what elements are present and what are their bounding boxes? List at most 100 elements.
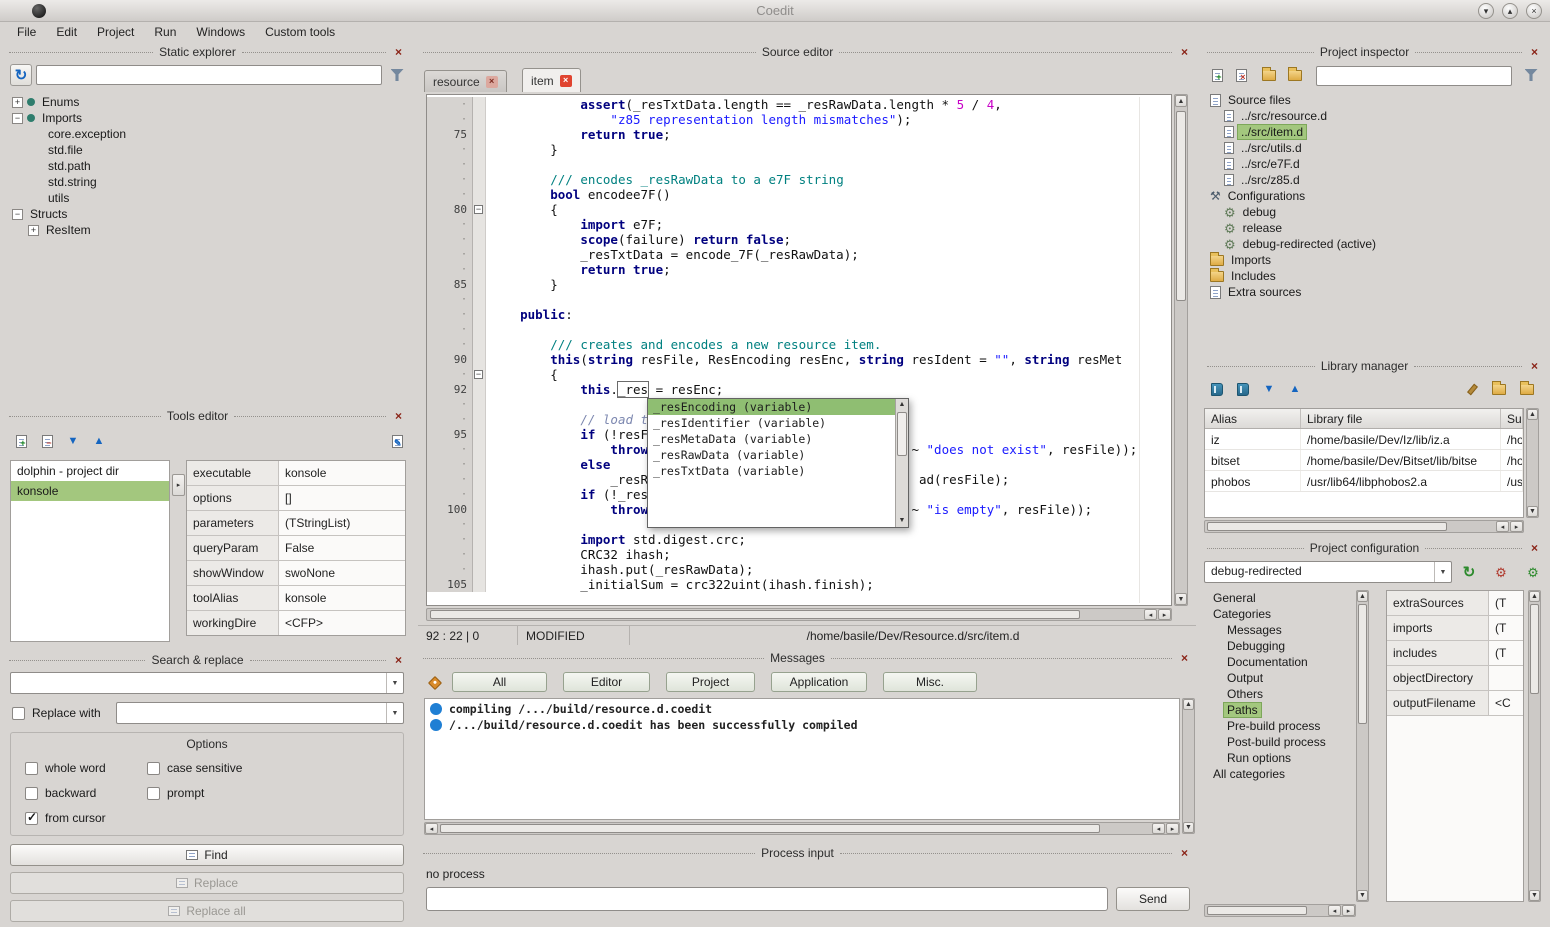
- expand-grid-button[interactable]: ▸: [172, 474, 185, 496]
- tree-item-debug-redirected-active[interactable]: debug-redirected (active): [1204, 236, 1544, 252]
- code-line[interactable]: · bool encodee7F(): [427, 187, 1171, 202]
- property-value[interactable]: (T: [1489, 616, 1523, 641]
- tree-item-includes[interactable]: Includes: [1204, 268, 1544, 284]
- scroll-down-icon[interactable]: ▼: [1357, 890, 1368, 901]
- filter-button-project[interactable]: Project: [666, 672, 755, 692]
- property-value[interactable]: konsole: [279, 586, 405, 611]
- close-tab-icon[interactable]: [486, 76, 498, 88]
- library-row-iz[interactable]: iz/home/basile/Dev/Iz/lib/iz.a/ho: [1205, 429, 1523, 450]
- tree-item-general[interactable]: General: [1204, 590, 1354, 606]
- column-header-library-file[interactable]: Library file: [1301, 409, 1501, 428]
- tree-item-imports[interactable]: Imports: [1204, 252, 1544, 268]
- code-line[interactable]: ·: [427, 322, 1171, 337]
- message-category-button[interactable]: [424, 672, 446, 694]
- maximize-icon[interactable]: ▴: [1502, 3, 1518, 19]
- replace-with-checkbox[interactable]: [12, 707, 25, 720]
- scrollbar-thumb[interactable]: [1207, 906, 1307, 915]
- inspector-filter-button[interactable]: [1520, 64, 1542, 86]
- sync-configurations-button[interactable]: [1458, 561, 1480, 583]
- tree-expander-icon[interactable]: +: [28, 225, 39, 236]
- code-line[interactable]: ·− {: [427, 367, 1171, 382]
- scroll-down-icon[interactable]: ▼: [1183, 822, 1194, 833]
- checkbox-backward[interactable]: [25, 787, 38, 800]
- scrollbar-thumb[interactable]: [1176, 111, 1186, 301]
- menu-item-file[interactable]: File: [8, 23, 45, 41]
- property-value[interactable]: [1489, 666, 1523, 691]
- checkbox-case-sensitive[interactable]: [147, 762, 160, 775]
- scroll-left-icon[interactable]: ◂: [425, 823, 438, 834]
- menu-item-project[interactable]: Project: [88, 23, 143, 41]
- inspector-filter-input[interactable]: [1316, 66, 1512, 86]
- scrollbar-thumb[interactable]: [430, 610, 1080, 619]
- option-prompt[interactable]: prompt: [147, 786, 393, 800]
- menu-item-custom-tools[interactable]: Custom tools: [256, 23, 344, 41]
- close-panel-icon[interactable]: [1528, 360, 1541, 373]
- code-line[interactable]: · /// creates and encodes a new resource…: [427, 337, 1171, 352]
- fold-collapse-icon[interactable]: −: [474, 370, 483, 379]
- code-line[interactable]: · assert(_resTxtData.length == _resRawDa…: [427, 97, 1171, 112]
- completion-item[interactable]: _resIdentifier (variable): [648, 415, 895, 431]
- close-panel-icon[interactable]: [1178, 847, 1191, 860]
- close-panel-icon[interactable]: [392, 46, 405, 59]
- property-value[interactable]: (TStringList): [279, 511, 405, 536]
- completion-item[interactable]: _resRawData (variable): [648, 447, 895, 463]
- scroll-up-icon[interactable]: ▲: [1183, 699, 1194, 710]
- scroll-left-icon[interactable]: ◂: [1496, 521, 1509, 532]
- property-value[interactable]: <CFP>: [279, 611, 405, 636]
- menu-item-windows[interactable]: Windows: [187, 23, 254, 41]
- tree-item-configurations[interactable]: Configurations: [1204, 188, 1544, 204]
- checkbox-prompt[interactable]: [147, 787, 160, 800]
- tree-item-debugging[interactable]: Debugging: [1204, 638, 1354, 654]
- editor-tab-item[interactable]: item: [522, 68, 581, 92]
- process-input[interactable]: [426, 887, 1108, 911]
- scrollbar-thumb[interactable]: [1530, 604, 1539, 694]
- tree-item-std-file[interactable]: std.file: [6, 142, 408, 158]
- tree-item-source-files[interactable]: Source files: [1204, 92, 1544, 108]
- scroll-up-icon[interactable]: ▲: [1175, 95, 1187, 107]
- code-line[interactable]: 92 this._res = resEnc;: [427, 382, 1171, 397]
- tree-item-src-e7f-d[interactable]: ../src/e7F.d: [1204, 156, 1544, 172]
- tree-item-src-resource-d[interactable]: ../src/resource.d: [1204, 108, 1544, 124]
- refresh-button[interactable]: [10, 64, 32, 86]
- search-term-combo[interactable]: [10, 672, 404, 694]
- option-case-sensitive[interactable]: case sensitive: [147, 761, 393, 775]
- tree-item-structs[interactable]: −Structs: [6, 206, 408, 222]
- filter-button-misc[interactable]: Misc.: [883, 672, 977, 692]
- message-list[interactable]: compiling /.../build/resource.d.coedit/.…: [424, 698, 1180, 820]
- tree-item-messages[interactable]: Messages: [1204, 622, 1354, 638]
- remove-library-button[interactable]: [1232, 378, 1254, 400]
- message-row[interactable]: /.../build/resource.d.coedit has been su…: [425, 717, 1179, 733]
- tree-item-others[interactable]: Others: [1204, 686, 1354, 702]
- configuration-combo[interactable]: debug-redirected: [1204, 561, 1452, 583]
- code-line[interactable]: 90 this(string resFile, ResEncoding resE…: [427, 352, 1171, 367]
- scrollbar-thumb[interactable]: [1358, 604, 1367, 724]
- close-panel-icon[interactable]: [392, 410, 405, 423]
- editor-vertical-scrollbar[interactable]: ▲ ▼: [1174, 94, 1188, 606]
- filter-button-all[interactable]: All: [452, 672, 547, 692]
- option-from-cursor[interactable]: from cursor: [25, 811, 147, 825]
- property-value[interactable]: []: [279, 486, 405, 511]
- completion-scrollbar[interactable]: ▲ ▼: [895, 399, 908, 527]
- explorer-search-input[interactable]: [36, 65, 382, 85]
- tree-item-std-path[interactable]: std.path: [6, 158, 408, 174]
- scroll-right-icon[interactable]: ▸: [1342, 905, 1355, 916]
- code-line[interactable]: ·: [427, 157, 1171, 172]
- edit-tool-button[interactable]: ✎: [386, 430, 408, 452]
- scroll-left-icon[interactable]: ◂: [1328, 905, 1341, 916]
- property-value[interactable]: False: [279, 536, 405, 561]
- chevron-down-icon[interactable]: [386, 673, 403, 693]
- remove-source-button[interactable]: ×: [1230, 64, 1252, 86]
- open-folder-button[interactable]: [1284, 64, 1306, 86]
- option-backward[interactable]: backward: [25, 786, 147, 800]
- remove-tool-button[interactable]: −: [36, 430, 58, 452]
- tool-item-dolphin-project-dir[interactable]: dolphin - project dir: [11, 461, 169, 481]
- property-value[interactable]: (T: [1489, 641, 1523, 666]
- tree-item-output[interactable]: Output: [1204, 670, 1354, 686]
- close-panel-icon[interactable]: [1528, 542, 1541, 555]
- tree-item-std-string[interactable]: std.string: [6, 174, 408, 190]
- tree-item-src-z85-d[interactable]: ../src/z85.d: [1204, 172, 1544, 188]
- remove-configuration-button[interactable]: [1490, 561, 1512, 583]
- close-panel-icon[interactable]: [1178, 46, 1191, 59]
- replace-button[interactable]: Replace: [10, 872, 404, 894]
- scroll-down-icon[interactable]: ▼: [1527, 506, 1538, 517]
